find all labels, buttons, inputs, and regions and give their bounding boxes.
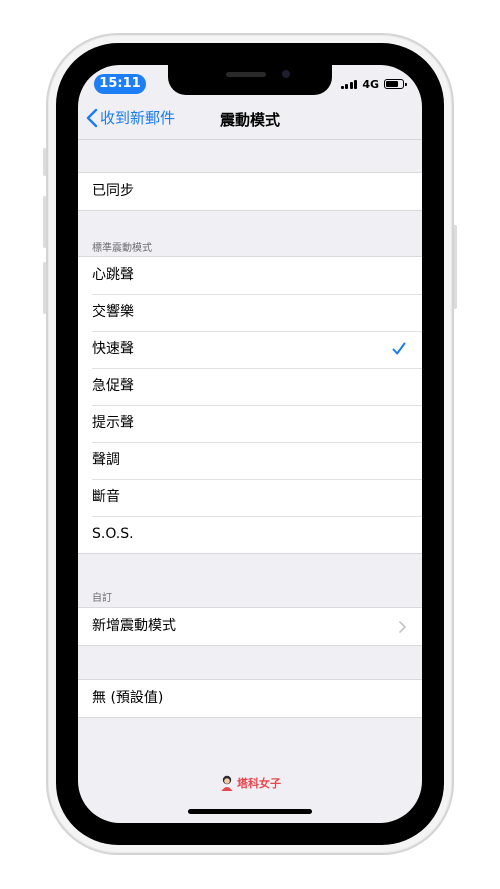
watermark: 塔科女子: [220, 775, 281, 791]
back-button-label: 收到新郵件: [100, 109, 176, 127]
checkmark-icon: [392, 342, 406, 355]
phone-screen: 15:11 4G 收到新郵件 震動模式 已同步 標準震動模式 心跳聲 交響樂 快…: [78, 65, 422, 823]
back-button[interactable]: 收到新郵件: [86, 107, 175, 128]
list-item-staccato[interactable]: 斷音: [78, 479, 422, 516]
status-time: 15:11: [94, 74, 146, 94]
list-item-quick[interactable]: 急促聲: [78, 368, 422, 405]
network-type: 4G: [362, 77, 379, 91]
list-item-label: 心跳聲: [92, 267, 134, 283]
nav-divider: [78, 139, 422, 140]
list-item-sos[interactable]: S.O.S.: [78, 516, 422, 553]
list-item-label: 斷音: [92, 489, 120, 505]
list-item-label: 急促聲: [92, 378, 134, 394]
chevron-left-icon: [86, 108, 98, 127]
list-item-label: 已同步: [92, 183, 134, 199]
battery-level: [386, 81, 398, 87]
notch: [168, 65, 332, 95]
list-item-label: 交響樂: [92, 304, 134, 320]
list-item-none-default[interactable]: 無 (預設值): [78, 680, 422, 717]
list-item-tone[interactable]: 聲調: [78, 442, 422, 479]
list-item-heartbeat[interactable]: 心跳聲: [78, 257, 422, 294]
home-indicator[interactable]: [188, 809, 312, 814]
section-header-standard: 標準震動模式: [92, 243, 152, 254]
list-item-label: 提示聲: [92, 415, 134, 431]
list-item-symphony[interactable]: 交響樂: [78, 294, 422, 331]
standard-vibrations-group: 心跳聲 交響樂 快速聲 急促聲 提示聲 聲調 斷音 S.O.S.: [78, 256, 422, 554]
custom-group: 新增震動模式: [78, 607, 422, 646]
earpiece-speaker: [226, 72, 266, 77]
list-item-label: 新增震動模式: [92, 618, 176, 634]
section-header-custom: 自訂: [92, 593, 112, 604]
chevron-right-icon: [399, 621, 406, 633]
list-item-label: 無 (預設值): [92, 690, 164, 706]
list-item-synced[interactable]: 已同步: [78, 173, 422, 210]
list-item-label: 聲調: [92, 452, 120, 468]
cellular-signal-icon: [340, 79, 358, 89]
list-item-label: 快速聲: [92, 341, 134, 357]
battery-icon: [384, 79, 407, 89]
list-item-rapid[interactable]: 快速聲: [78, 331, 422, 368]
list-item-label: S.O.S.: [92, 526, 134, 542]
create-vibration-row[interactable]: 新增震動模式: [78, 608, 422, 645]
front-camera: [282, 70, 290, 78]
none-group: 無 (預設值): [78, 679, 422, 718]
list-item-alert[interactable]: 提示聲: [78, 405, 422, 442]
watermark-text: 塔科女子: [237, 777, 281, 790]
watermark-avatar-icon: [221, 775, 233, 791]
status-indicators: 4G: [340, 77, 407, 91]
navigation-bar: 收到新郵件 震動模式: [78, 99, 422, 139]
synced-group: 已同步: [78, 172, 422, 211]
